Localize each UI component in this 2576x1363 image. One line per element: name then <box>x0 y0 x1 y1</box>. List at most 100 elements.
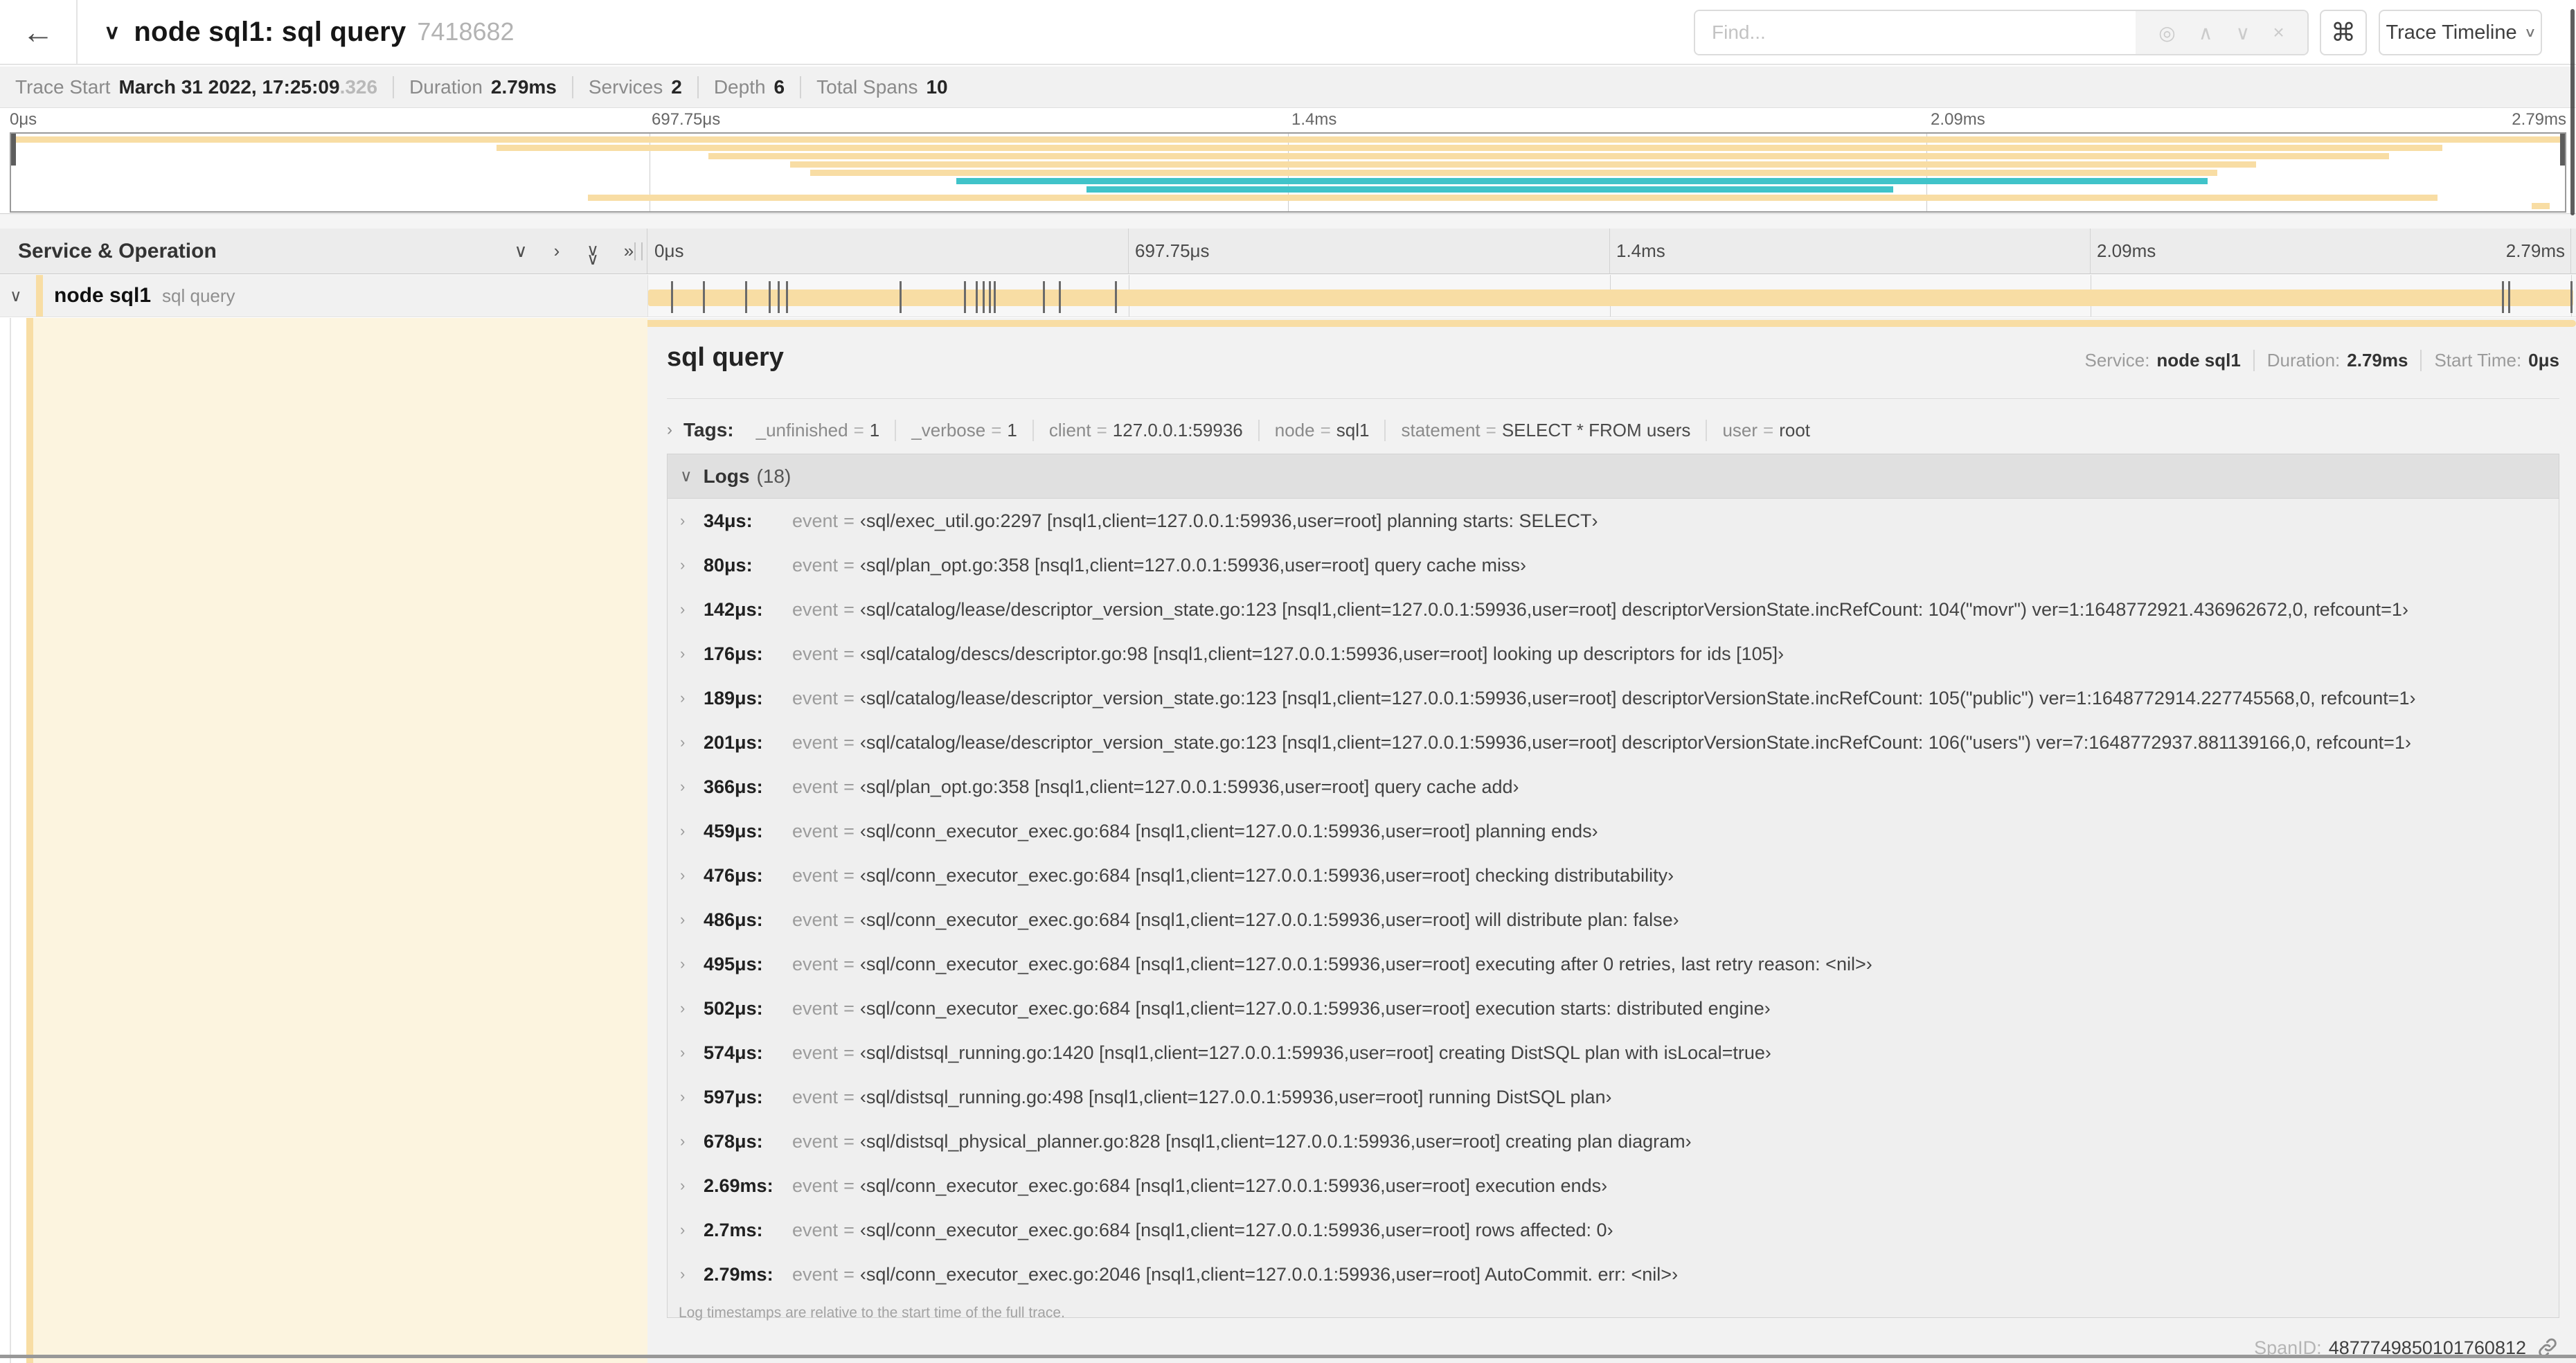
log-field-key: event <box>792 731 839 753</box>
log-field-value: ‹sql/conn_executor_exec.go:2046 [nsql1,c… <box>859 1263 1679 1285</box>
log-timestamp: 502μs: <box>704 997 763 1019</box>
log-equals: = <box>843 1263 855 1285</box>
minimap-label-3: 2.09ms <box>1931 110 1985 129</box>
span-row-timeline <box>647 275 2576 317</box>
log-entry-row[interactable]: › 2.79ms: event = ‹sql/conn_executor_exe… <box>668 1252 2559 1297</box>
log-field-value: ‹sql/exec_util.go:2297 [nsql1,client=127… <box>859 510 1598 531</box>
clear-search-icon[interactable]: × <box>2273 21 2284 44</box>
collapse-one-icon[interactable]: ∨ <box>503 240 539 262</box>
minimap-right-drag-handle[interactable] <box>2560 134 2565 166</box>
title-collapse-chevron-icon[interactable]: ∨ <box>104 20 120 44</box>
log-entry-row[interactable]: › 495μs: event = ‹sql/conn_executor_exec… <box>668 942 2559 986</box>
log-field-value: ‹sql/conn_executor_exec.go:684 [nsql1,cl… <box>859 997 1771 1019</box>
log-tick-mark <box>702 281 705 313</box>
log-chevron-right-icon: › <box>680 955 686 972</box>
prev-result-icon[interactable]: ∧ <box>2199 21 2213 44</box>
log-chevron-right-icon: › <box>680 999 686 1017</box>
log-chevron-right-icon: › <box>680 1088 686 1105</box>
minimap-span-bar <box>2532 203 2550 209</box>
log-entry-row[interactable]: › 502μs: event = ‹sql/conn_executor_exec… <box>668 986 2559 1031</box>
logs-footer-note: Log timestamps are relative to the start… <box>679 1305 1065 1321</box>
bottom-row-border <box>0 1355 2576 1358</box>
log-tick-mark <box>900 281 902 313</box>
trace-id: 7418682 <box>417 17 515 46</box>
log-timestamp: 80μs: <box>704 554 753 576</box>
log-field-value: ‹sql/catalog/descs/descriptor.go:98 [nsq… <box>859 643 1785 664</box>
axis-gridline <box>2570 229 2571 274</box>
log-entry-row[interactable]: › 80μs: event = ‹sql/plan_opt.go:358 [ns… <box>668 543 2559 587</box>
tags-accordion[interactable]: › Tags: _unfinished = 1 _verbose = 1 cli… <box>667 411 2559 449</box>
log-entry-row[interactable]: › 476μs: event = ‹sql/conn_executor_exec… <box>668 853 2559 898</box>
vertical-scrollbar[interactable] <box>2570 9 2575 215</box>
log-equals: = <box>843 510 855 531</box>
collapse-all-icon[interactable]: ∨ ∨ <box>575 239 611 267</box>
log-field-value: ‹sql/conn_executor_exec.go:684 [nsql1,cl… <box>859 953 1872 974</box>
tag-pill: _verbose = 1 <box>895 419 1032 441</box>
log-tick-mark <box>785 281 788 313</box>
span-collapse-chevron-icon[interactable]: ∨ <box>10 286 22 306</box>
meta-item: Duration: 2.79ms <box>2253 350 2408 371</box>
minimap-span-bar <box>789 161 2256 168</box>
tag-key: _verbose <box>911 419 986 440</box>
log-timestamp: 678μs: <box>704 1130 763 1152</box>
log-entry-row[interactable]: › 34μs: event = ‹sql/exec_util.go:2297 [… <box>668 499 2559 543</box>
logs-header[interactable]: ∨ Logs (18) <box>668 454 2559 499</box>
locate-icon[interactable]: ◎ <box>2158 21 2175 44</box>
tag-equals: = <box>1320 419 1331 440</box>
expand-one-icon[interactable]: › <box>539 240 575 262</box>
log-entry-row[interactable]: › 597μs: event = ‹sql/distsql_running.go… <box>668 1075 2559 1119</box>
back-button[interactable]: ← <box>0 0 78 64</box>
span-row-name-column[interactable]: ∨ node sql1 sql query <box>0 275 647 317</box>
log-field-key: event <box>792 1263 839 1285</box>
log-chevron-right-icon: › <box>680 1221 686 1238</box>
log-tick-mark <box>1043 281 1046 313</box>
span-row[interactable]: ∨ node sql1 sql query <box>0 275 2576 317</box>
log-entry-row[interactable]: › 142μs: event = ‹sql/catalog/lease/desc… <box>668 587 2559 632</box>
log-field-key: event <box>792 820 839 841</box>
log-entry-row[interactable]: › 486μs: event = ‹sql/conn_executor_exec… <box>668 898 2559 942</box>
find-input[interactable] <box>1695 11 2136 54</box>
log-entry-row[interactable]: › 459μs: event = ‹sql/conn_executor_exec… <box>668 809 2559 853</box>
log-tick-mark <box>988 281 991 313</box>
axis-gridline <box>1128 229 1129 274</box>
minimap-canvas[interactable] <box>10 132 2566 213</box>
log-entry-row[interactable]: › 366μs: event = ‹sql/plan_opt.go:358 [n… <box>668 765 2559 809</box>
column-resizer-grip[interactable] <box>634 242 643 260</box>
axis-label-1: 697.75μs <box>1135 240 1210 261</box>
log-entry-row[interactable]: › 678μs: event = ‹sql/distsql_physical_p… <box>668 1119 2559 1164</box>
log-chevron-right-icon: › <box>680 822 686 839</box>
minimap-left-drag-handle[interactable] <box>11 134 16 166</box>
meta-value: node sql1 <box>2156 350 2241 371</box>
next-result-icon[interactable]: ∨ <box>2236 21 2251 44</box>
log-chevron-right-icon: › <box>680 911 686 928</box>
meta-item: Start Time: 0μs <box>2420 350 2559 371</box>
log-field-key: event <box>792 1219 839 1240</box>
tag-pill: user = root <box>1706 419 1825 441</box>
find-box: ◎ ∧ ∨ × <box>1694 10 2309 55</box>
log-entry-row[interactable]: › 189μs: event = ‹sql/catalog/lease/desc… <box>668 676 2559 720</box>
minimap-label-1: 697.75μs <box>652 110 721 129</box>
find-suffix-controls: ◎ ∧ ∨ × <box>2136 11 2307 54</box>
tag-key: client <box>1048 419 1091 440</box>
log-field-key: event <box>792 776 839 797</box>
collapse-controls: ∨ › ∨ ∨ » <box>503 229 647 274</box>
tag-key: statement <box>1401 419 1481 440</box>
top-header: ← ∨ node sql1: sql query 7418682 ◎ ∧ ∨ ×… <box>0 0 2576 65</box>
detail-operation-title: sql query <box>667 343 784 372</box>
tag-equals: = <box>1485 419 1496 440</box>
log-field-key: event <box>792 1175 839 1196</box>
trace-view-select[interactable]: Trace Timeline ∨ <box>2379 10 2542 55</box>
minimap-span-bar <box>956 178 2208 184</box>
keyboard-shortcuts-button[interactable]: ⌘ <box>2320 10 2367 55</box>
logs-body: › 34μs: event = ‹sql/exec_util.go:2297 [… <box>668 499 2559 1297</box>
log-entry-row[interactable]: › 201μs: event = ‹sql/catalog/lease/desc… <box>668 720 2559 765</box>
tags-chevron-right-icon: › <box>667 420 672 439</box>
log-entry-row[interactable]: › 2.7ms: event = ‹sql/conn_executor_exec… <box>668 1208 2559 1252</box>
minimap-span-bar <box>496 145 2442 151</box>
log-entry-row[interactable]: › 2.69ms: event = ‹sql/conn_executor_exe… <box>668 1164 2559 1208</box>
span-duration-bar[interactable] <box>648 289 2573 306</box>
log-entry-row[interactable]: › 176μs: event = ‹sql/catalog/descs/desc… <box>668 632 2559 676</box>
log-tick-mark <box>2501 281 2504 313</box>
log-entry-row[interactable]: › 574μs: event = ‹sql/distsql_running.go… <box>668 1031 2559 1075</box>
log-equals: = <box>843 909 855 930</box>
